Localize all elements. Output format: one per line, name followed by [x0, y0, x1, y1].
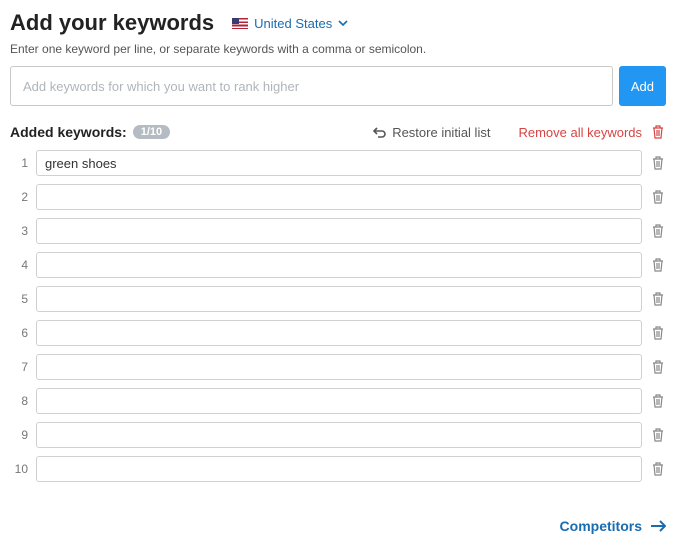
keyword-input[interactable]	[36, 286, 642, 312]
row-number: 5	[10, 292, 28, 306]
keyword-input[interactable]	[36, 320, 642, 346]
row-number: 10	[10, 462, 28, 476]
keyword-input[interactable]	[36, 150, 642, 176]
country-label: United States	[254, 16, 332, 31]
keyword-row: 3	[10, 218, 666, 244]
country-select[interactable]: United States	[232, 16, 348, 31]
keyword-row: 6	[10, 320, 666, 346]
restore-button[interactable]: Restore initial list	[372, 125, 490, 140]
delete-row-button[interactable]	[650, 189, 666, 205]
flag-us-icon	[232, 18, 248, 29]
arrow-right-icon	[650, 520, 666, 532]
row-number: 3	[10, 224, 28, 238]
keyword-row: 9	[10, 422, 666, 448]
row-number: 6	[10, 326, 28, 340]
row-number: 4	[10, 258, 28, 272]
keyword-row: 4	[10, 252, 666, 278]
keyword-list: 1 2 3 4 5 6 7 8 9 10	[10, 150, 666, 482]
delete-row-button[interactable]	[650, 427, 666, 443]
add-keyword-input[interactable]	[10, 66, 613, 106]
delete-row-button[interactable]	[650, 257, 666, 273]
count-badge: 1/10	[133, 125, 170, 139]
delete-row-button[interactable]	[650, 359, 666, 375]
add-keyword-row: Add	[10, 66, 666, 106]
row-number: 1	[10, 156, 28, 170]
keyword-row: 1	[10, 150, 666, 176]
toolbar: Added keywords: 1/10 Restore initial lis…	[10, 124, 666, 140]
row-number: 2	[10, 190, 28, 204]
footer: Competitors	[10, 518, 666, 534]
keyword-input[interactable]	[36, 218, 642, 244]
delete-row-button[interactable]	[650, 461, 666, 477]
competitors-link[interactable]: Competitors	[560, 518, 666, 534]
add-button[interactable]: Add	[619, 66, 666, 106]
keyword-row: 10	[10, 456, 666, 482]
keyword-input[interactable]	[36, 388, 642, 414]
trash-icon	[650, 124, 666, 140]
restore-label: Restore initial list	[392, 125, 490, 140]
row-number: 8	[10, 394, 28, 408]
row-number: 9	[10, 428, 28, 442]
keyword-input[interactable]	[36, 422, 642, 448]
instruction-text: Enter one keyword per line, or separate …	[10, 42, 666, 56]
keyword-input[interactable]	[36, 354, 642, 380]
keyword-input[interactable]	[36, 184, 642, 210]
keyword-row: 8	[10, 388, 666, 414]
row-number: 7	[10, 360, 28, 374]
keyword-input[interactable]	[36, 456, 642, 482]
remove-all-button[interactable]: Remove all keywords	[518, 124, 666, 140]
header: Add your keywords United States	[10, 10, 666, 36]
delete-row-button[interactable]	[650, 223, 666, 239]
delete-row-button[interactable]	[650, 325, 666, 341]
competitors-label: Competitors	[560, 518, 642, 534]
added-keywords-label: Added keywords:	[10, 124, 127, 140]
chevron-down-icon	[338, 20, 348, 26]
keyword-input[interactable]	[36, 252, 642, 278]
keyword-row: 2	[10, 184, 666, 210]
delete-row-button[interactable]	[650, 393, 666, 409]
delete-row-button[interactable]	[650, 155, 666, 171]
keyword-row: 5	[10, 286, 666, 312]
remove-all-label: Remove all keywords	[518, 125, 642, 140]
undo-icon	[372, 126, 386, 138]
keyword-row: 7	[10, 354, 666, 380]
delete-row-button[interactable]	[650, 291, 666, 307]
page-title: Add your keywords	[10, 10, 214, 36]
